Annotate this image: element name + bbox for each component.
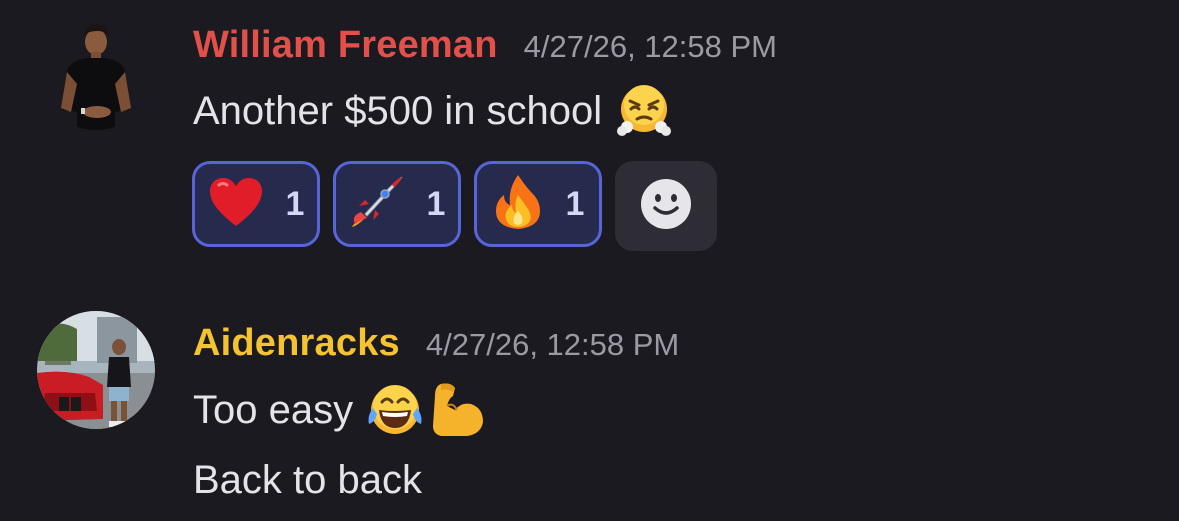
- tears-of-joy-face-icon: [365, 382, 425, 438]
- chat-view: William Freeman 4/27/26, 12:58 PM Anothe…: [0, 0, 1179, 521]
- add-reaction-button[interactable]: [615, 161, 717, 251]
- message-content: Back to back: [193, 455, 422, 505]
- message-header: William Freeman 4/27/26, 12:58 PM: [193, 24, 777, 67]
- message-william-freeman: William Freeman 4/27/26, 12:58 PM Anothe…: [0, 0, 1179, 280]
- reaction-bar: 1 1 1: [192, 161, 717, 251]
- avatar[interactable]: [37, 12, 155, 130]
- rocket-icon: [349, 174, 405, 235]
- message-aidenracks: Aidenracks 4/27/26, 12:58 PM Too easy Ba…: [0, 300, 1179, 521]
- avatar[interactable]: [37, 311, 155, 429]
- flexed-biceps-icon: [427, 380, 487, 440]
- heart-icon: [208, 176, 264, 233]
- message-content: Another $500 in school: [193, 84, 672, 138]
- timestamp: 4/27/26, 12:58 PM: [523, 29, 777, 64]
- reaction-count: 1: [565, 184, 585, 223]
- author-name[interactable]: William Freeman: [193, 24, 498, 67]
- message-text: Back to back: [193, 457, 423, 502]
- timestamp: 4/27/26, 12:58 PM: [425, 327, 680, 362]
- reaction-count: 1: [426, 184, 446, 223]
- message-header: Aidenracks 4/27/26, 12:58 PM: [193, 322, 679, 365]
- reaction-heart[interactable]: 1: [192, 161, 320, 247]
- author-name[interactable]: Aidenracks: [193, 322, 400, 365]
- message-text: Too easy: [193, 387, 354, 432]
- message-content: Too easy: [193, 382, 487, 438]
- message-text: Another $500 in school: [193, 88, 603, 133]
- reaction-rocket[interactable]: 1: [333, 161, 461, 247]
- reaction-fire[interactable]: 1: [474, 161, 602, 247]
- smiley-icon: [640, 178, 692, 235]
- fire-icon: [492, 173, 544, 236]
- reaction-count: 1: [285, 184, 305, 223]
- face-with-steam-from-nose-icon: [616, 83, 672, 139]
